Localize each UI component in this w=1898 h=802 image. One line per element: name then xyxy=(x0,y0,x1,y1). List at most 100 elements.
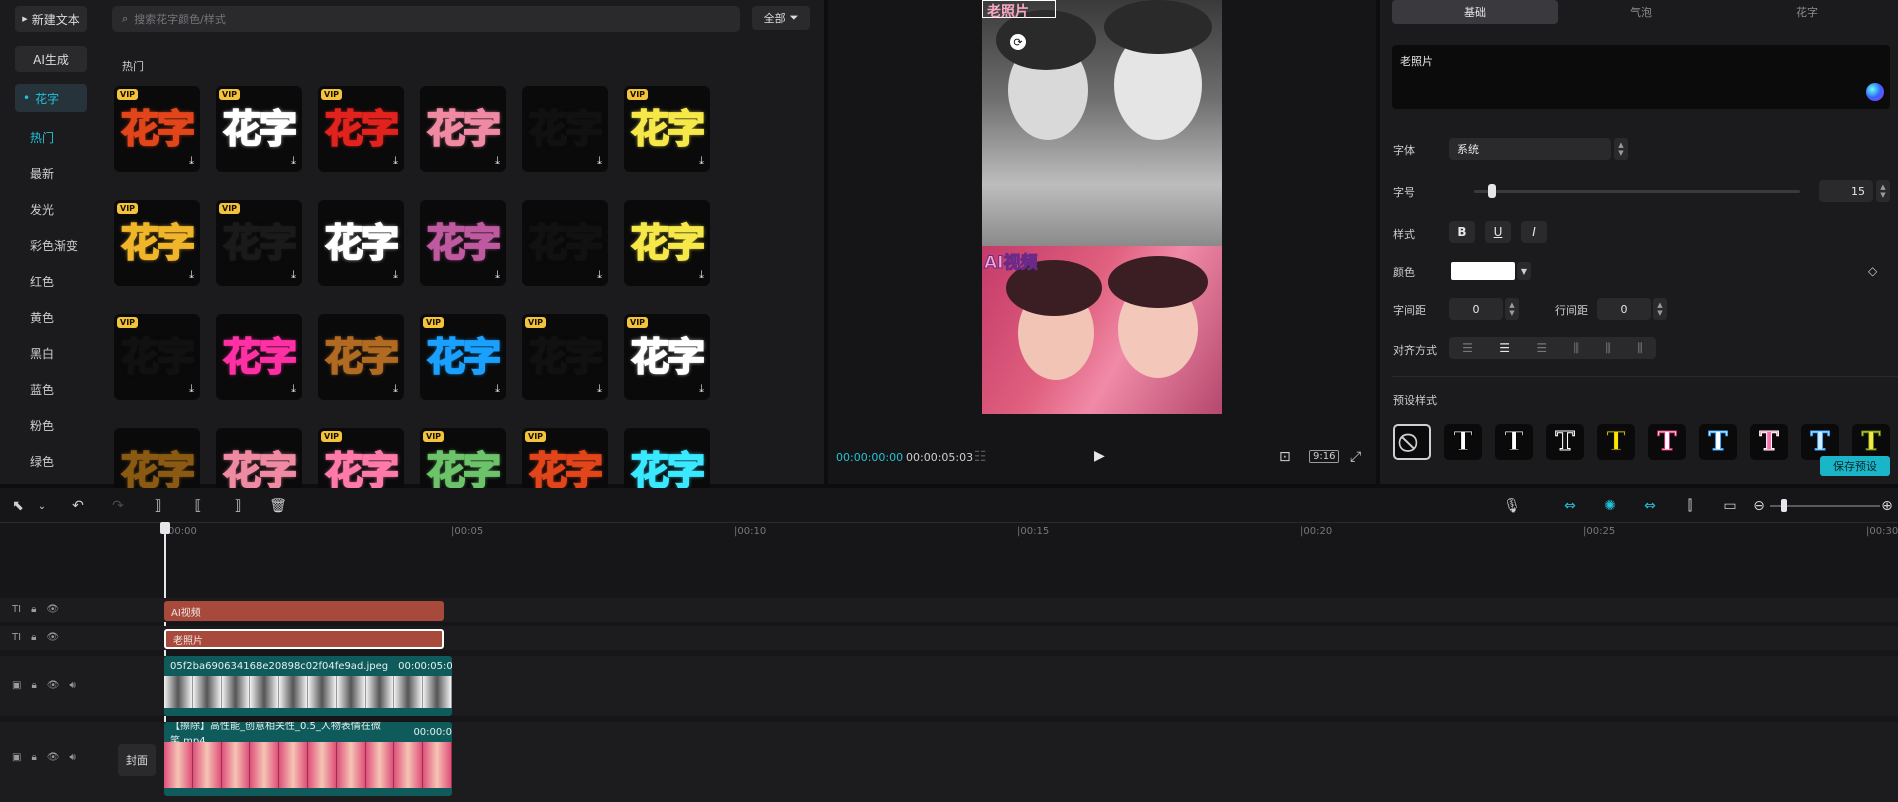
color-swatch[interactable] xyxy=(1451,262,1515,280)
delete-icon[interactable]: 🗑 xyxy=(268,496,288,516)
chevron-down-icon[interactable]: ▼ xyxy=(1517,262,1531,280)
eye-icon[interactable]: 👁︎ xyxy=(47,752,60,763)
download-icon[interactable]: ⤓ xyxy=(189,268,194,282)
magnet-icon[interactable]: ✺ xyxy=(1600,496,1620,516)
download-icon[interactable]: ⤓ xyxy=(495,154,500,168)
font-select[interactable]: 系统 xyxy=(1449,138,1611,160)
align-center-icon[interactable]: ☰ xyxy=(1499,341,1510,355)
subcat-latest[interactable]: 最新 xyxy=(30,165,54,182)
link-icon[interactable]: ⇔ xyxy=(1560,496,1580,516)
huazi-tile[interactable]: 花字 VIP ⤓ xyxy=(624,314,710,400)
text-content-input[interactable]: 老照片 xyxy=(1392,45,1890,109)
download-icon[interactable]: ⤓ xyxy=(393,268,398,282)
char-spacing-input[interactable]: 0 xyxy=(1449,298,1503,320)
eye-icon[interactable]: 👁︎ xyxy=(46,604,59,615)
align-middle-icon[interactable]: ⫼ xyxy=(1605,341,1611,356)
preset-style-item[interactable]: T xyxy=(1444,424,1482,460)
download-icon[interactable]: ⤓ xyxy=(393,154,398,168)
download-icon[interactable]: ⤓ xyxy=(393,382,398,396)
new-text-button[interactable]: ▶ 新建文本 xyxy=(15,6,87,32)
huazi-tile[interactable]: 花字 ⤓ xyxy=(624,200,710,286)
preset-none-icon[interactable]: ⃠ xyxy=(1393,424,1431,460)
subcat-yellow[interactable]: 黄色 xyxy=(30,309,54,326)
huazi-tile[interactable]: 花字 ⤓ xyxy=(420,200,506,286)
align-top-icon[interactable]: ⫼ xyxy=(1574,341,1580,356)
expand-icon[interactable]: ⤢ xyxy=(1350,449,1361,465)
cover-button[interactable]: 封面 xyxy=(118,744,156,776)
list-icon[interactable]: ☷ xyxy=(974,449,987,465)
huazi-tile[interactable]: 花字 VIP ⤓ xyxy=(114,314,200,400)
align-bottom-icon[interactable]: ⫼ xyxy=(1637,341,1643,356)
eye-icon[interactable]: 👁︎ xyxy=(46,632,59,643)
bold-button[interactable]: B xyxy=(1449,221,1475,243)
download-icon[interactable]: ⤓ xyxy=(189,154,194,168)
microphone-icon[interactable]: 🎙 xyxy=(1502,496,1522,516)
playhead-handle[interactable] xyxy=(160,522,170,534)
preset-style-item[interactable]: T xyxy=(1801,424,1839,460)
preset-style-item[interactable]: T xyxy=(1546,424,1584,460)
download-icon[interactable]: ⤓ xyxy=(699,268,704,282)
text-clip-old-photo[interactable]: 老照片 xyxy=(164,629,444,649)
huazi-tile[interactable]: 花字 VIP ⤓ xyxy=(624,86,710,172)
ai-generate-button[interactable]: AI生成 xyxy=(15,46,87,72)
preview-photo-color[interactable]: AI视频 xyxy=(982,246,1222,414)
split-icon[interactable]: ⟧ xyxy=(148,496,168,516)
download-icon[interactable]: ⤓ xyxy=(699,382,704,396)
select-tool-icon[interactable]: ⬉ xyxy=(8,496,28,516)
download-icon[interactable]: ⤓ xyxy=(291,382,296,396)
rotate-handle-icon[interactable]: ⟳ xyxy=(1010,34,1026,50)
zoom-slider-handle[interactable] xyxy=(1781,499,1787,512)
huazi-tile[interactable]: 花字 VIP ⤓ xyxy=(522,314,608,400)
subcat-gradient[interactable]: 彩色渐变 xyxy=(30,237,78,254)
subcat-green[interactable]: 绿色 xyxy=(30,453,54,470)
download-icon[interactable]: ⤓ xyxy=(189,382,194,396)
huazi-tile[interactable]: 花字 VIP ⤓ xyxy=(318,86,404,172)
trim-right-icon[interactable]: ⟧ xyxy=(228,496,248,516)
video-clip-mp4[interactable]: 【擦除】高性能_创意相关性_0.5_人物表情在微笑.mp400:00:0 xyxy=(164,722,452,796)
category-huazi[interactable]: • 花字 xyxy=(15,84,87,112)
align-right-icon[interactable]: ☰ xyxy=(1536,341,1547,355)
huazi-tile[interactable]: 花字 ⤓ xyxy=(420,86,506,172)
underline-button[interactable]: U xyxy=(1485,221,1511,243)
speaker-icon[interactable]: 🔊︎ xyxy=(69,680,75,691)
subcat-red[interactable]: 红色 xyxy=(30,273,54,290)
size-stepper[interactable]: ▲ ▼ xyxy=(1876,180,1890,202)
download-icon[interactable]: ⤓ xyxy=(597,268,602,282)
subcat-bw[interactable]: 黑白 xyxy=(30,345,54,362)
speaker-icon[interactable]: 🔊︎ xyxy=(69,752,75,763)
download-icon[interactable]: ⤓ xyxy=(699,154,704,168)
ai-assist-icon[interactable] xyxy=(1866,83,1884,101)
undo-icon[interactable]: ↶ xyxy=(68,496,88,516)
preset-style-item[interactable]: T xyxy=(1699,424,1737,460)
download-icon[interactable]: ⤓ xyxy=(495,382,500,396)
trim-left-icon[interactable]: ⟦ xyxy=(188,496,208,516)
lock-icon[interactable]: 🔒︎ xyxy=(31,604,36,615)
text-clip-ai-video[interactable]: AI视频 xyxy=(164,601,444,621)
lock-icon[interactable]: 🔒︎ xyxy=(31,752,36,763)
size-slider-track[interactable] xyxy=(1474,190,1800,193)
ratio-button[interactable]: 9:16 xyxy=(1309,450,1340,463)
huazi-tile[interactable]: 花字 VIP ⤓ xyxy=(216,200,302,286)
line-spacing-stepper[interactable]: ▲ ▼ xyxy=(1653,298,1667,320)
tab-bubble[interactable]: 气泡 xyxy=(1558,0,1724,24)
selection-box[interactable]: 老照片 xyxy=(982,0,1056,20)
huazi-tile[interactable]: 花字 ⤓ xyxy=(318,314,404,400)
tab-huazi[interactable]: 花字 xyxy=(1724,0,1890,24)
font-stepper[interactable]: ▲ ▼ xyxy=(1614,138,1628,160)
char-spacing-stepper[interactable]: ▲ ▼ xyxy=(1505,298,1519,320)
preset-style-item[interactable]: T xyxy=(1648,424,1686,460)
download-icon[interactable]: ⤓ xyxy=(291,154,296,168)
preset-style-item[interactable]: T xyxy=(1750,424,1788,460)
keyframe-icon[interactable]: ◇ xyxy=(1868,264,1877,278)
huazi-tile[interactable]: 花字 ⤓ xyxy=(522,200,608,286)
huazi-tile[interactable]: 花字 ⤓ xyxy=(318,200,404,286)
subcat-blue[interactable]: 蓝色 xyxy=(30,381,54,398)
huazi-tile[interactable]: 花字 ⤓ xyxy=(522,86,608,172)
preview-axis-icon[interactable]: ▭ xyxy=(1720,496,1740,516)
redo-icon[interactable]: ↷ xyxy=(108,496,128,516)
tab-basic[interactable]: 基础 xyxy=(1392,0,1558,24)
size-slider-handle[interactable] xyxy=(1488,184,1497,198)
preset-style-item[interactable]: T xyxy=(1495,424,1533,460)
download-icon[interactable]: ⤓ xyxy=(597,382,602,396)
fullscreen-fit-icon[interactable]: ⊡ xyxy=(1279,449,1291,465)
